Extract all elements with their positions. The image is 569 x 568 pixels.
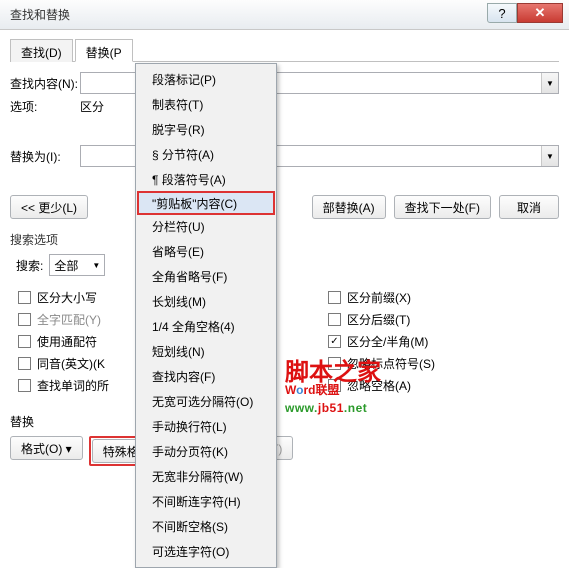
checks-right: 区分前缀(X) 区分后缀(T) ✓ 区分全/半角(M) 忽略标点符号(S) 忽略空格(A) [320,284,559,399]
dialog-body: 查找(D) 替换(P 查找内容(N): ▼ 选项: 区分 替换为(I): ▼ <… [0,30,569,476]
search-direction-select[interactable]: 全部 ▼ [49,254,105,276]
checkbox-box [328,291,341,304]
checkbox-columns: 区分大小写全字匹配(Y)使用通配符同音(英文)(K查找单词的所 区分前缀(X)区… [10,284,559,399]
special-format-menu: 段落标记(P)制表符(T)脱字号(R)§ 分节符(A)¶ 段落符号(A)"剪贴板… [135,63,277,568]
search-label: 搜索: [16,257,43,274]
menu-item[interactable]: 1/4 全角空格(4) [138,314,274,339]
checkbox-box: ✓ [328,335,341,348]
replace-all-button[interactable]: 部替换(A) [312,195,386,219]
format-button[interactable]: 格式(O) ▾ [10,436,83,460]
checkbox-box [328,357,341,370]
checkbox[interactable]: 忽略标点符号(S) [328,355,559,372]
menu-item[interactable]: 无宽可选分隔符(O) [138,389,274,414]
less-button[interactable]: << 更少(L) [10,195,88,219]
replace-row: 替换为(I): ▼ [10,145,559,167]
cancel-button[interactable]: 取消 [499,195,559,219]
window-title: 查找和替换 [10,6,70,23]
checkbox-box [328,379,341,392]
menu-item[interactable]: 全角省略号(F) [138,264,274,289]
find-row: 查找内容(N): ▼ [10,72,559,94]
checkbox[interactable]: ✓ 区分全/半角(M) [328,333,559,350]
title-bar: 查找和替换 ? ✕ [0,0,569,30]
checkbox-label: 区分全/半角(M) [347,333,428,350]
checkbox-label: 查找单词的所 [37,377,109,394]
checkbox-label: 同音(英文)(K [37,355,105,372]
tab-find[interactable]: 查找(D) [10,39,73,62]
menu-item[interactable]: 不间断空格(S) [138,514,274,539]
options-value: 区分 [80,98,104,115]
checkbox-label: 忽略标点符号(S) [347,355,435,372]
replace-with-label: 替换为(I): [10,148,80,165]
menu-item[interactable]: § 分节符(A) [138,142,274,167]
menu-item[interactable]: 无宽非分隔符(W) [138,464,274,489]
menu-item[interactable]: 手动换行符(L) [138,414,274,439]
checkbox-box [18,357,31,370]
checkbox-label: 区分前缀(X) [347,289,411,306]
checkbox-label: 区分大小写 [37,289,97,306]
chevron-down-icon[interactable]: ▼ [541,146,558,166]
menu-item[interactable]: ¶ 段落符号(A) [138,167,274,192]
help-button[interactable]: ? [487,3,517,23]
find-what-label: 查找内容(N): [10,75,80,92]
menu-item[interactable]: 制表符(T) [138,92,274,117]
menu-item[interactable]: 不间断连字符(H) [138,489,274,514]
checkbox-box [18,313,31,326]
menu-item[interactable]: 长划线(M) [138,289,274,314]
checkbox-label: 区分后缀(T) [347,311,410,328]
checkbox-label: 全字匹配(Y) [37,311,101,328]
tabs: 查找(D) 替换(P [10,38,559,62]
menu-item[interactable]: 查找内容(F) [138,364,274,389]
checkbox-box [18,335,31,348]
search-direction-value: 全部 [54,257,78,274]
bottom-buttons: 格式(O) ▾ 特殊格式(E) ▾ 不限定格式(T) [10,436,559,466]
close-button[interactable]: ✕ [517,3,563,23]
menu-item[interactable]: 短划线(N) [138,339,274,364]
checkbox-box [18,379,31,392]
checkbox-label: 忽略空格(A) [347,377,411,394]
window-buttons: ? ✕ [487,6,569,23]
menu-item[interactable]: 段落标记(P) [138,67,274,92]
checkbox[interactable]: 忽略空格(A) [328,377,559,394]
checkbox-label: 使用通配符 [37,333,97,350]
find-next-button[interactable]: 查找下一处(F) [394,195,491,219]
checkbox[interactable]: 区分后缀(T) [328,311,559,328]
options-row: 选项: 区分 [10,98,559,115]
menu-item[interactable]: "剪贴板"内容(C) [138,192,274,214]
menu-item[interactable]: 手动分页符(K) [138,439,274,464]
menu-item[interactable]: 省略号(E) [138,239,274,264]
action-buttons: << 更少(L) 部替换(A) 查找下一处(F) 取消 [10,195,559,219]
search-direction-row: 搜索: 全部 ▼ [16,254,559,276]
chevron-down-icon[interactable]: ▼ [541,73,558,93]
menu-item[interactable]: 可选连字符(O) [138,539,274,564]
replace-section-title: 替换 [10,413,559,430]
menu-item[interactable]: 分栏符(U) [138,214,274,239]
checkbox-box [18,291,31,304]
tab-replace[interactable]: 替换(P [75,39,133,62]
checkbox[interactable]: 区分前缀(X) [328,289,559,306]
checkbox-box [328,313,341,326]
chevron-down-icon: ▼ [86,261,100,270]
search-options-title: 搜索选项 [10,231,559,248]
options-label: 选项: [10,98,80,115]
menu-item[interactable]: 脱字号(R) [138,117,274,142]
